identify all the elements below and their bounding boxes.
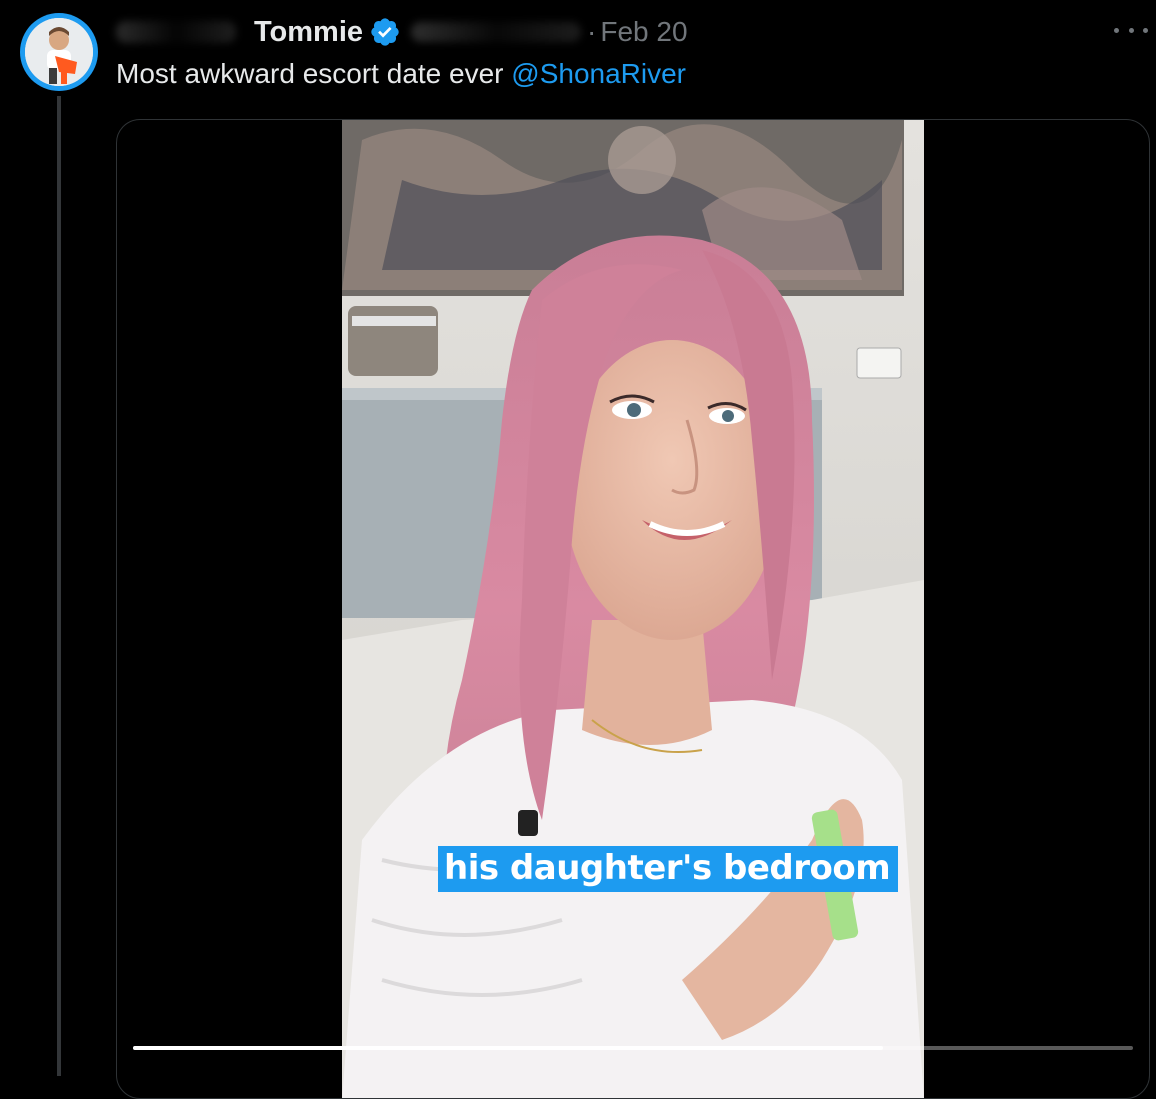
author-display-name[interactable]: Tommie <box>254 16 363 49</box>
more-dot <box>1143 27 1148 33</box>
mention-link[interactable]: @ShonaRiver <box>511 58 686 89</box>
video-progress-fill <box>133 1046 883 1050</box>
author-avatar[interactable] <box>20 13 98 91</box>
separator-dot: · <box>587 16 597 47</box>
redacted-prefix <box>116 21 236 43</box>
tweet-header: Tommie · Feb 20 <box>116 12 688 52</box>
video-still <box>342 120 924 1098</box>
tweet-date[interactable]: Feb 20 <box>600 16 687 48</box>
redacted-handle <box>411 22 582 42</box>
video-progress-bar[interactable] <box>133 1046 1133 1050</box>
more-icon[interactable] <box>1114 20 1148 40</box>
tweet-body: Most awkward escort date ever <box>116 58 512 89</box>
avatar-icon <box>25 18 93 86</box>
thread-line <box>57 96 61 1076</box>
video-caption: his daughter's bedroom <box>438 846 899 892</box>
verified-badge-icon <box>371 18 399 46</box>
more-dot <box>1128 27 1134 33</box>
video-frame[interactable]: his daughter's bedroom <box>342 120 924 1098</box>
more-dot <box>1114 27 1119 33</box>
video-player[interactable]: his daughter's bedroom <box>116 119 1150 1099</box>
tweet-text: Most awkward escort date ever @ShonaRive… <box>116 58 686 90</box>
